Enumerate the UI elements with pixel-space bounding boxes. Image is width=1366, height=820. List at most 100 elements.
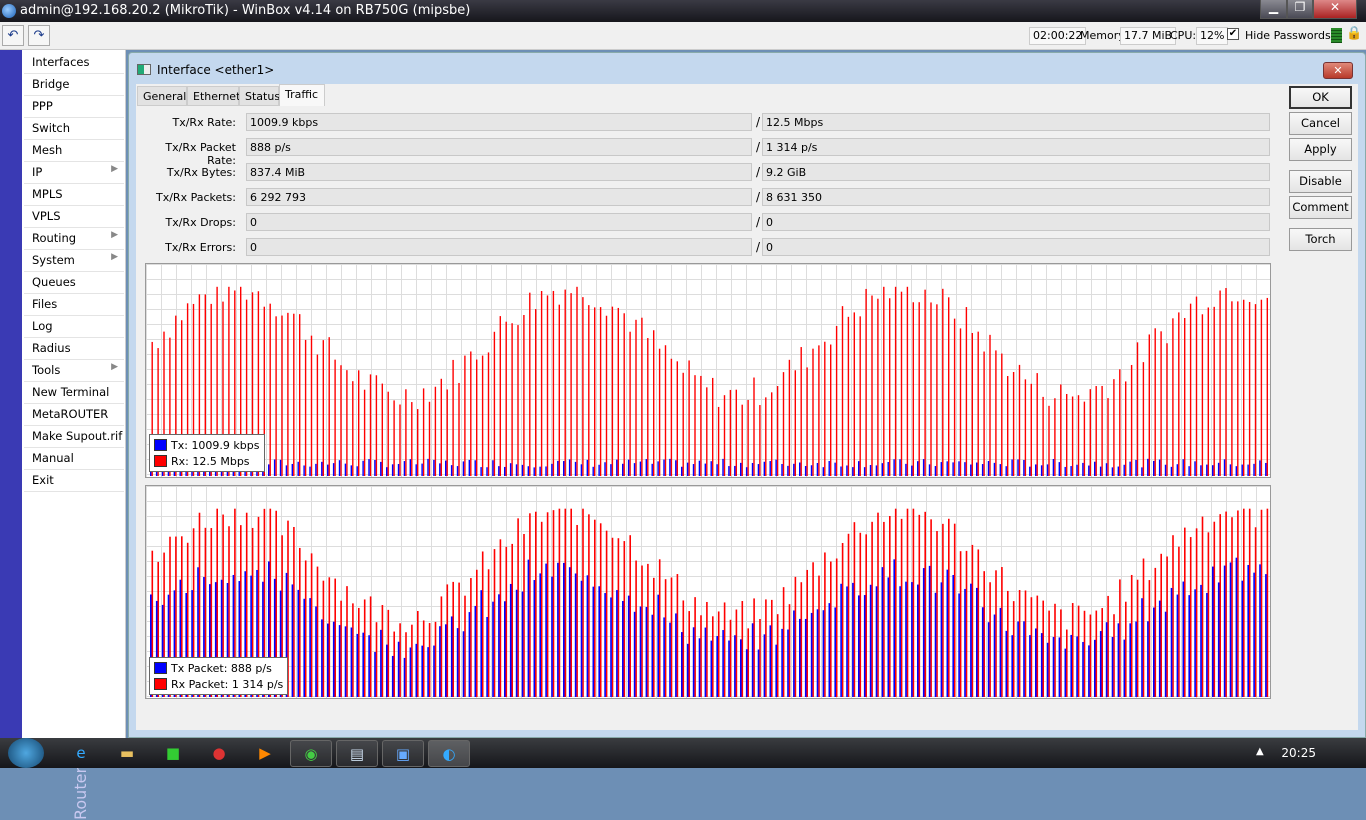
sidebar-item-ip[interactable]: IP ▶: [24, 162, 124, 184]
tx-bar: [527, 559, 530, 697]
tx-bar: [934, 466, 937, 476]
tx-bar: [1040, 465, 1043, 476]
cancel-button[interactable]: Cancel: [1289, 112, 1352, 135]
sidebar-item-radius[interactable]: Radius: [24, 338, 124, 360]
tx-bar: [309, 598, 311, 697]
tx-bar: [1123, 639, 1126, 697]
tx-bar: [1023, 459, 1025, 476]
rx-bar: [599, 307, 602, 476]
rx-bar: [310, 553, 313, 697]
tx-bar: [486, 467, 488, 476]
tx-bar: [692, 464, 695, 476]
tx-bar: [427, 647, 429, 697]
sidebar-item-manual[interactable]: Manual: [24, 448, 124, 470]
tx-bar: [1052, 636, 1055, 697]
sidebar-item-mesh[interactable]: Mesh: [24, 140, 124, 162]
tray-expand-icon[interactable]: ▲: [1256, 746, 1264, 757]
tx-bar: [692, 627, 695, 697]
rx-bar: [493, 549, 496, 697]
sidebar-item-metarouter[interactable]: MetaROUTER: [24, 404, 124, 426]
hide-passwords-checkbox[interactable]: ✔: [1227, 28, 1239, 40]
rx-bar: [417, 610, 419, 697]
rx-bar: [1042, 396, 1044, 476]
tx-bar: [356, 466, 358, 476]
rx-bar: [1095, 610, 1098, 697]
tx-bar: [1223, 459, 1226, 476]
close-button[interactable]: ✕: [1313, 0, 1357, 19]
sidebar-item-vpls[interactable]: VPLS: [24, 206, 124, 228]
remote-desktop-taskbar-button[interactable]: ▣: [382, 740, 424, 767]
ok-button[interactable]: OK: [1289, 86, 1352, 109]
winbox-taskbar-button[interactable]: ◐: [428, 740, 470, 767]
rx-bar: [1231, 301, 1233, 476]
comment-button[interactable]: Comment: [1289, 196, 1352, 219]
apply-button[interactable]: Apply: [1289, 138, 1352, 161]
rx-bar: [641, 565, 643, 697]
internet-explorer-icon[interactable]: e: [60, 740, 102, 767]
sidebar-item-queues[interactable]: Queues: [24, 272, 124, 294]
app-green-icon[interactable]: ■: [152, 740, 194, 767]
tx-bar: [610, 464, 612, 476]
minimize-button[interactable]: ▁: [1260, 0, 1287, 19]
tx-bar: [1247, 464, 1249, 476]
tx-bar: [1082, 462, 1084, 476]
torch-button[interactable]: Torch: [1289, 228, 1352, 251]
sidebar-item-make-supout-rif[interactable]: Make Supout.rif: [24, 426, 124, 448]
rx-bar: [582, 508, 584, 697]
rx-bar: [853, 522, 856, 697]
rx-bar: [1178, 546, 1180, 697]
tx-bar: [698, 460, 701, 476]
sidebar-item-switch[interactable]: Switch: [24, 118, 124, 140]
sidebar-item-tools[interactable]: Tools ▶: [24, 360, 124, 382]
tx-bar: [858, 595, 860, 697]
sidebar-item-exit[interactable]: Exit: [24, 470, 124, 492]
sidebar-item-interfaces[interactable]: Interfaces: [24, 52, 124, 74]
app-red-icon[interactable]: ●: [198, 740, 240, 767]
rx-value-field: 0: [762, 213, 1270, 231]
tx-bar: [1099, 631, 1102, 697]
media-player-icon[interactable]: ▶: [244, 740, 286, 767]
undo-button[interactable]: ↶: [2, 25, 24, 46]
rx-bar: [835, 326, 838, 476]
sidebar-item-files[interactable]: Files: [24, 294, 124, 316]
maximize-button[interactable]: ❐: [1287, 0, 1313, 19]
clock[interactable]: 20:25: [1281, 746, 1316, 760]
notepad-taskbar-button[interactable]: ▤: [336, 740, 378, 767]
rx-bar: [1142, 362, 1145, 476]
rx-bar: [1125, 601, 1127, 697]
rx-bar: [535, 511, 537, 697]
tab-ethernet[interactable]: Ethernet: [187, 86, 240, 106]
start-button[interactable]: [8, 738, 44, 768]
redo-button[interactable]: ↷: [28, 25, 50, 46]
tx-bar: [976, 587, 978, 697]
rx-bar: [511, 543, 513, 697]
tx-bar: [816, 463, 819, 476]
tx-bar: [268, 464, 270, 476]
sidebar-item-bridge[interactable]: Bridge: [24, 74, 124, 96]
tab-status[interactable]: Status: [239, 86, 280, 106]
tab-general[interactable]: General: [137, 86, 187, 106]
sidebar-item-log[interactable]: Log: [24, 316, 124, 338]
explorer-folder-icon[interactable]: ▬: [106, 740, 148, 767]
window-close-button[interactable]: ✕: [1323, 62, 1353, 79]
sidebar-item-ppp[interactable]: PPP: [24, 96, 124, 118]
tab-traffic[interactable]: Traffic: [279, 84, 325, 106]
sidebar-item-label: Interfaces: [32, 55, 90, 69]
tx-bar: [722, 630, 724, 697]
tx-bar: [515, 464, 518, 476]
sidebar-item-new-terminal[interactable]: New Terminal: [24, 382, 124, 404]
tx-bar: [391, 464, 394, 476]
disable-button[interactable]: Disable: [1289, 170, 1352, 193]
rx-bar: [1178, 312, 1180, 476]
tx-bar: [804, 618, 807, 697]
chrome-taskbar-button[interactable]: ◉: [290, 740, 332, 767]
rx-bar: [281, 315, 283, 476]
sidebar-item-routing[interactable]: Routing ▶: [24, 228, 124, 250]
rx-bar: [824, 341, 826, 476]
tx-bar: [869, 584, 872, 697]
sidebar-item-mpls[interactable]: MPLS: [24, 184, 124, 206]
tx-bar: [403, 461, 406, 476]
sidebar-item-system[interactable]: System ▶: [24, 250, 124, 272]
rx-bar: [552, 290, 555, 476]
rx-bar: [399, 623, 401, 697]
